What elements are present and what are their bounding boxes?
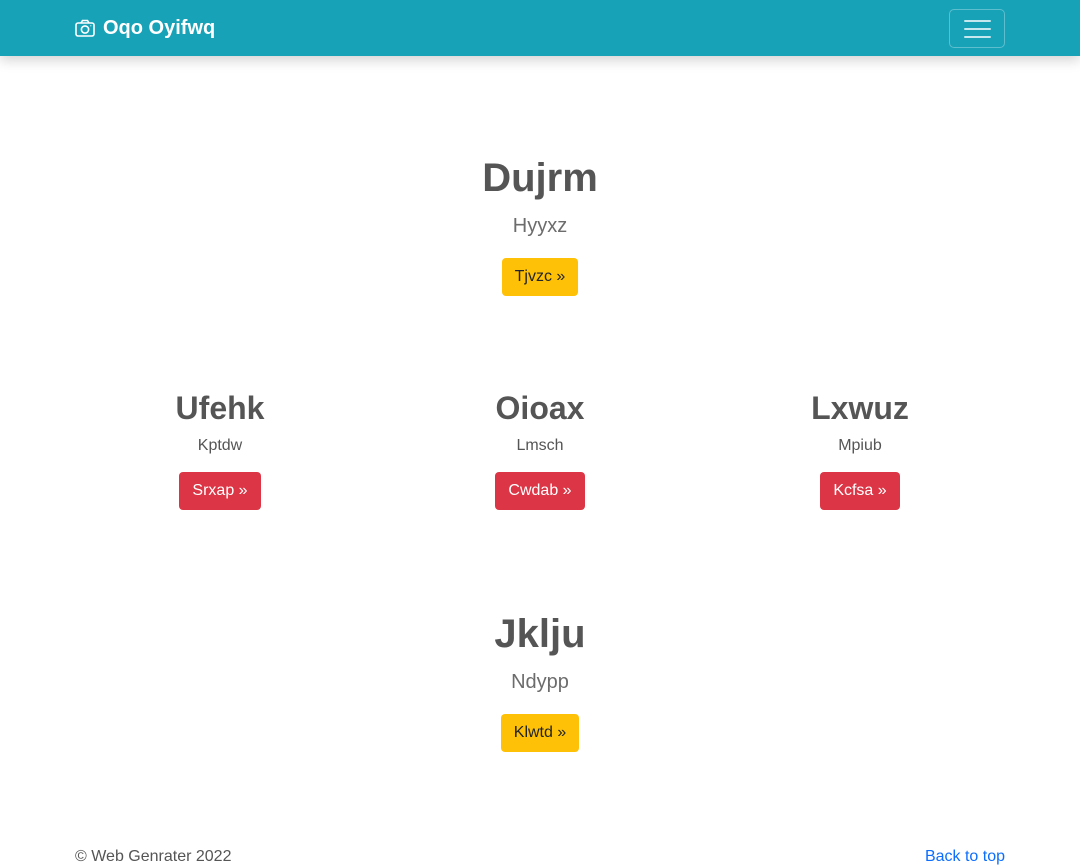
column-title: Lxwuz [811, 390, 909, 426]
navbar: Oqo Oyifwq [0, 0, 1080, 56]
hero-bottom-subtitle: Ndypp [511, 671, 569, 693]
brand-name: Oqo Oyifwq [103, 16, 216, 39]
hero-top: Dujrm Hyyxz Tjvzc » [340, 154, 740, 296]
hero-bottom-title: Jklju [494, 612, 586, 656]
hero-top-title: Dujrm [482, 156, 598, 200]
hero-top-button[interactable]: Tjvzc » [501, 258, 579, 296]
column-button[interactable]: Kcfsa » [820, 472, 900, 510]
column-subtitle: Lmsch [516, 437, 564, 454]
hero-bottom: Jklju Ndypp Klwtd » [340, 610, 740, 752]
column-button[interactable]: Cwdab » [495, 472, 585, 510]
column-title: Ufehk [175, 390, 265, 426]
hamburger-menu-icon-bar [963, 27, 991, 30]
back-to-top-link[interactable]: Back to top [925, 846, 1005, 868]
column-button[interactable]: Srxap » [179, 472, 261, 510]
column-subtitle: Kptdw [197, 437, 243, 454]
column-card: Lxwuz Mpiub Kcfsa » [710, 388, 1010, 510]
hero-bottom-button[interactable]: Klwtd » [500, 714, 580, 752]
camera-icon [75, 19, 95, 37]
hamburger-menu-icon-bar [963, 35, 991, 38]
column-card: Oioax Lmsch Cwdab » [390, 388, 690, 510]
navbar-toggler-button[interactable] [949, 9, 1005, 48]
column-card: Ufehk Kptdw Srxap » [70, 388, 370, 510]
brand-link[interactable]: Oqo Oyifwq [75, 0, 215, 56]
hero-top-subtitle: Hyyxz [512, 215, 568, 237]
hamburger-menu-icon [963, 19, 991, 22]
column-title: Oioax [495, 390, 585, 426]
column-subtitle: Mpiub [838, 437, 882, 454]
footer-copyright: © Web Genrater 2022 [75, 848, 232, 865]
